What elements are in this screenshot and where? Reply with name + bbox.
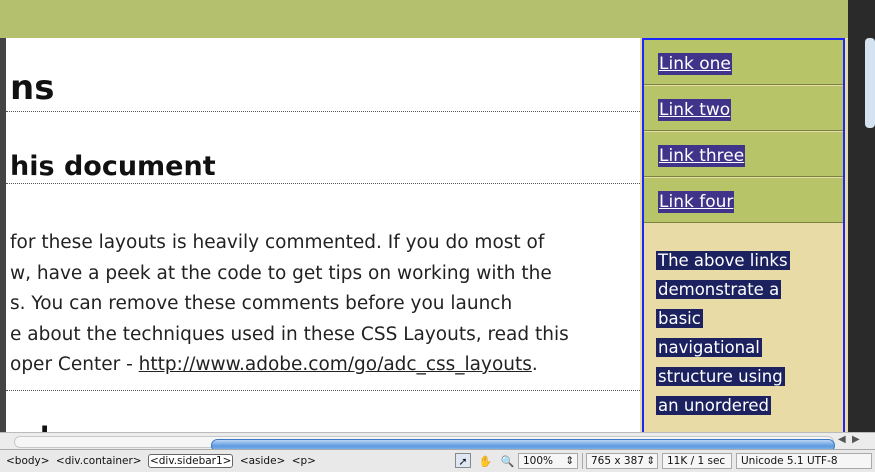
horizontal-scrollbar[interactable]: ◀ ▶ [0, 432, 875, 452]
tag-aside[interactable]: <aside> [240, 455, 286, 467]
chevron-updown-icon: ⇕ [646, 455, 655, 467]
next-heading-fragment: l [40, 422, 49, 432]
paragraph-line: for these layouts is heavily commented. … [10, 232, 545, 253]
divider [6, 183, 640, 184]
chevron-updown-icon: ⇕ [565, 455, 574, 467]
encoding: Unicode 5.1 UTF-8 [736, 453, 872, 469]
divider [6, 111, 640, 112]
main-content[interactable]: ns his document for these layouts is hea… [0, 38, 640, 432]
tag-div-sidebar1[interactable]: <div.sidebar1> [147, 454, 234, 468]
adobe-link[interactable]: http://www.adobe.com/go/adc_css_layouts [139, 354, 532, 375]
tag-body[interactable]: <body> [6, 455, 50, 467]
zoom-select[interactable]: 100% ⇕ [518, 453, 578, 469]
arrow-select-icon[interactable]: ➚ [455, 453, 471, 468]
download-size: 11K / 1 sec [662, 453, 732, 469]
hand-icon[interactable]: ✋ [477, 454, 493, 469]
window-size-value: 765 x 387 [591, 455, 644, 467]
design-view: ns his document for these layouts is hea… [0, 0, 875, 472]
tag-p[interactable]: <p> [292, 455, 316, 467]
paragraph-line: s. You can remove these comments before … [10, 293, 513, 314]
section-heading: his document [10, 151, 216, 182]
tag-div-container[interactable]: <div.container> [56, 455, 142, 467]
view-tools: ➚ ✋ 🔍 [455, 453, 519, 469]
scroll-left-arrow-icon[interactable]: ◀ [838, 434, 846, 445]
horizontal-scroll-track[interactable] [14, 436, 835, 452]
header-band [0, 0, 848, 38]
window-size-select[interactable]: 765 x 387 ⇕ [586, 453, 658, 469]
body-paragraph: for these layouts is heavily commented. … [10, 228, 640, 381]
sidebar-selection-outline [642, 38, 845, 432]
divider [6, 390, 640, 391]
zoom-icon[interactable]: 🔍 [500, 454, 516, 469]
vertical-scroll-thumb[interactable] [865, 38, 875, 128]
zoom-value: 100% [523, 455, 554, 467]
status-bar: <body> <div.container> <div.sidebar1> <a… [0, 449, 875, 472]
paragraph-line: w, have a peek at the code to get tips o… [10, 262, 552, 284]
paragraph-line: e about the techniques used in these CSS… [10, 323, 569, 345]
page-heading: ns [10, 68, 55, 108]
divider [582, 453, 583, 469]
line-prefix: oper Center - [10, 354, 139, 375]
line-suffix: . [531, 354, 538, 375]
tag-selector: <body> <div.container> <div.sidebar1> <a… [6, 454, 319, 468]
scroll-right-arrow-icon[interactable]: ▶ [852, 434, 860, 445]
paragraph-line: oper Center - http://www.adobe.com/go/ad… [10, 350, 640, 381]
